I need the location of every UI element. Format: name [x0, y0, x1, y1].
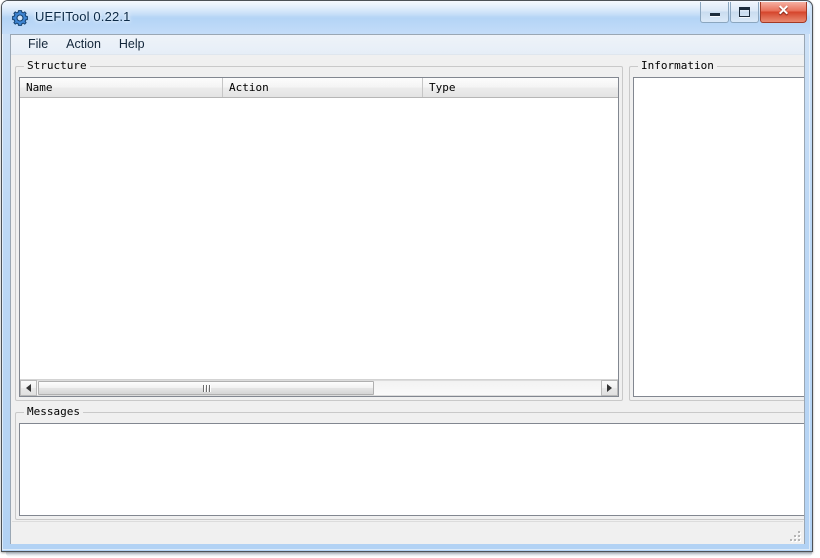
structure-tree-view[interactable]: Name Action Type — [19, 77, 619, 397]
client-area: File Action Help Structure Name Action T… — [10, 34, 805, 544]
gear-icon — [12, 10, 28, 26]
menu-item-help[interactable]: Help — [110, 35, 154, 54]
information-groupbox-title: Information — [638, 59, 717, 72]
scroll-left-button[interactable] — [20, 380, 37, 396]
scroll-right-button[interactable] — [601, 380, 618, 396]
column-header-name[interactable]: Name — [20, 78, 223, 97]
minimize-button[interactable] — [700, 2, 729, 23]
structure-groupbox: Structure Name Action Type — [15, 59, 623, 401]
close-icon: ✕ — [761, 2, 806, 22]
close-glyph: ✕ — [777, 4, 790, 19]
resize-grip[interactable] — [787, 528, 800, 541]
title-bar[interactable]: UEFITool 0.22.1 ✕ — [2, 1, 810, 34]
information-groupbox: Information — [629, 59, 804, 401]
application-window: UEFITool 0.22.1 ✕ File Action Help Struc… — [0, 0, 820, 558]
maximize-icon — [731, 2, 758, 22]
menu-item-file[interactable]: File — [19, 35, 57, 54]
structure-tree-rows[interactable] — [20, 98, 618, 379]
minimize-icon — [701, 2, 728, 22]
window-title: UEFITool 0.22.1 — [35, 9, 131, 24]
structure-horizontal-scrollbar[interactable] — [20, 379, 618, 396]
column-header-action[interactable]: Action — [223, 78, 423, 97]
scroll-right-icon — [607, 384, 612, 392]
scrollbar-grip-icon — [202, 384, 210, 392]
information-text — [634, 78, 804, 84]
scroll-left-icon — [26, 384, 31, 392]
messages-list-view[interactable] — [19, 423, 804, 516]
menu-item-action[interactable]: Action — [57, 35, 110, 54]
column-header-type[interactable]: Type — [423, 78, 618, 97]
messages-text — [20, 424, 804, 430]
messages-groupbox-title: Messages — [24, 405, 83, 418]
messages-groupbox: Messages — [15, 405, 804, 520]
maximize-button[interactable] — [730, 2, 759, 23]
scrollbar-track[interactable] — [37, 380, 601, 396]
information-text-view[interactable] — [633, 77, 804, 397]
status-bar — [12, 521, 803, 543]
scrollbar-thumb[interactable] — [38, 381, 374, 395]
caption-button-group: ✕ — [700, 2, 807, 24]
structure-groupbox-title: Structure — [24, 59, 90, 72]
structure-tree-header: Name Action Type — [20, 78, 618, 98]
close-button[interactable]: ✕ — [760, 2, 807, 23]
window-drop-shadow — [6, 552, 812, 557]
menu-bar: File Action Help — [11, 35, 804, 55]
